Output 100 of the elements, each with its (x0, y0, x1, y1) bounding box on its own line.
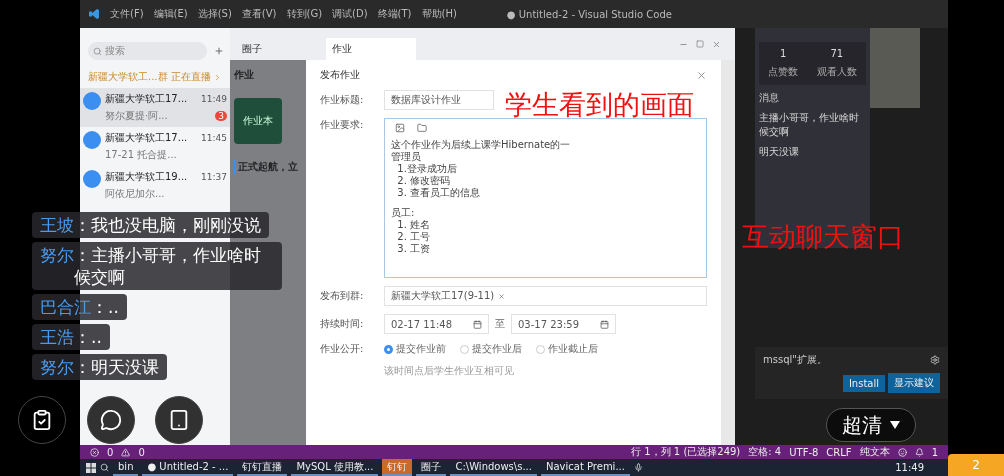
clock: 11:49 (895, 462, 924, 473)
field-label: 作业公开: (320, 342, 365, 356)
microphone-icon[interactable] (633, 463, 643, 472)
tab[interactable]: 圈子 (236, 38, 326, 60)
radio-option[interactable]: 提交作业后 (460, 342, 522, 356)
taskbar-item[interactable]: 圈子 (416, 459, 447, 476)
conversation-item[interactable]: 新疆大学软工17... 11:49 努尔夏提·阿... 3 (80, 88, 230, 127)
avatar-icon (83, 170, 101, 188)
status-item[interactable]: CRLF (826, 446, 852, 458)
bell-icon[interactable] (914, 447, 924, 457)
chat-bubble-icon (100, 409, 122, 431)
tablet-icon (168, 409, 190, 431)
requirement-text: 这个作业作为后续上课学Hibernate的一 管理员 1.登录成功后 2. 修改密码 3. 查看员工的信息 (390, 138, 572, 200)
status-item[interactable]: 空格: 4 (748, 445, 782, 459)
comment-text: ：.. (74, 326, 102, 348)
tab[interactable]: 作业 (326, 38, 416, 60)
taskbar-item[interactable]: bin (113, 459, 139, 476)
page-badge: 2 (948, 454, 1004, 476)
conversation-preview: 努尔夏提·阿... (105, 109, 168, 123)
field-label: 持续时间: (320, 317, 365, 331)
radio-icon[interactable] (384, 344, 393, 354)
calendar-icon (600, 319, 609, 329)
section-title: 消息 (759, 91, 780, 105)
remove-icon[interactable] (498, 292, 506, 300)
search-icon[interactable] (100, 463, 109, 472)
conversation-item[interactable]: 新疆大学软工17... 11:45 17-21 托合提... (80, 127, 230, 166)
taskbar-item[interactable]: MySQL 使用教... (291, 459, 379, 476)
field-label: 作业要求: (320, 118, 365, 132)
notification-count: 1 (931, 446, 938, 458)
group-tag: 新疆大学软工17(9-11) (391, 289, 495, 303)
editor-logo-icon (88, 8, 100, 20)
taskbar-item[interactable]: 钉钉直播 (237, 459, 288, 476)
comment-user: 王浩 (40, 326, 74, 348)
comment-user: 努尔 (40, 356, 74, 378)
field-label: 作业标题: (320, 93, 365, 107)
radio-label: 作业截止后 (548, 342, 598, 356)
stat-value: 71 (830, 48, 844, 59)
menu-item[interactable]: 查看(V) (241, 7, 277, 21)
unread-count: 3 (215, 111, 227, 121)
taskbar-item[interactable]: ● Untitled-2 - ... (142, 459, 234, 476)
end-date-field[interactable]: 03-17 23:59 (511, 314, 616, 334)
menu-item[interactable]: 选择(S) (197, 7, 232, 21)
radio-option[interactable]: 作业截止后 (536, 342, 598, 356)
homework-book-card[interactable]: 作业本 (234, 98, 282, 144)
settings-icon[interactable] (930, 355, 940, 365)
conversation-item[interactable]: 新疆大学软工19... 11:37 阿依尼加尔... (80, 166, 230, 205)
menu-item[interactable]: 编辑(E) (153, 7, 188, 21)
notice-title: 正式起航，立 (234, 160, 298, 174)
notification-text: mssql"扩展。 (763, 353, 827, 367)
clipboard-check-icon (31, 409, 53, 431)
quality-button[interactable]: 超清 (826, 408, 916, 442)
chat-message: 明天没课 (759, 145, 800, 159)
menu-item[interactable]: 转到(G) (286, 7, 323, 21)
conversation-preview: 17-21 托合提... (105, 148, 177, 162)
search-icon (93, 46, 102, 56)
taskbar-item[interactable]: Navicat Premi... (540, 459, 630, 476)
status-item[interactable]: 行 1，列 1 (已选择249) (631, 445, 741, 459)
avatar-icon (83, 131, 101, 149)
notification-button[interactable]: 显示建议 (888, 373, 940, 393)
smiley-icon[interactable] (897, 447, 907, 457)
notification-button[interactable]: Install (842, 374, 885, 392)
stat-label: 点赞数 (768, 65, 799, 79)
close-icon[interactable] (696, 69, 707, 81)
image-icon[interactable] (395, 123, 405, 133)
taskbar-item[interactable]: C:\Windows\s... (450, 459, 537, 476)
comment-text: ：主播小哥哥，作业啥时候交啊 (74, 244, 262, 288)
menu-item[interactable]: 终端(T) (377, 7, 412, 21)
checklist-button[interactable] (18, 396, 66, 444)
add-icon[interactable] (214, 46, 224, 56)
conversation-time: 11:37 (201, 172, 227, 182)
title-field[interactable]: 数据库设计作业 (384, 90, 494, 110)
menu-item[interactable]: 调试(D) (332, 7, 368, 21)
windows-logo-icon[interactable] (86, 462, 96, 473)
comment-user: 巴合江 (40, 296, 91, 318)
annotation-text: 学生看到的画面 (505, 90, 694, 120)
avatar-icon (83, 92, 101, 110)
hint-text: 该时间点后学生作业互相可见 (384, 364, 515, 378)
chat-message: 主播小哥哥，作业啥时候交啊 (759, 111, 860, 139)
status-item[interactable]: UTF-8 (789, 446, 819, 458)
folder-icon[interactable] (417, 123, 427, 133)
warning-icon (121, 447, 131, 457)
status-item[interactable]: 纯文本 (859, 445, 890, 459)
radio-option[interactable]: 提交作业前 (384, 342, 446, 356)
requirement-text: 员工: 1. 姓名 2. 工号 3. 工资 (390, 206, 432, 256)
comment-text: ：我也没电脑，刚刚没说 (74, 214, 261, 236)
menu-item[interactable]: 文件(F) (110, 7, 144, 21)
window-title: ● Untitled-2 - Visual Studio Code (506, 8, 672, 20)
panel-title: 作业 (234, 68, 255, 82)
conversation-name: 新疆大学软工19... (105, 170, 188, 184)
start-date-field[interactable]: 02-17 11:48 (384, 314, 489, 334)
stat-label: 观看人数 (816, 65, 857, 79)
error-count: 0 (107, 446, 114, 458)
group-field[interactable]: 新疆大学软工17(9-11) (384, 286, 707, 306)
error-icon (90, 447, 99, 457)
chevron-icon (213, 72, 222, 82)
menu-item[interactable]: 帮助(H) (421, 7, 457, 21)
close-icon[interactable] (712, 39, 721, 49)
requirement-field[interactable]: 这个作业作为后续上课学Hibernate的一 管理员 1.登录成功后 2. 修改密码 3. 查看员工的信息 员工: 1. 姓名 2. 工号 3. 工资 (384, 118, 707, 278)
radio-label: 提交作业前 (396, 342, 446, 356)
comment-text: ：明天没课 (74, 356, 159, 378)
